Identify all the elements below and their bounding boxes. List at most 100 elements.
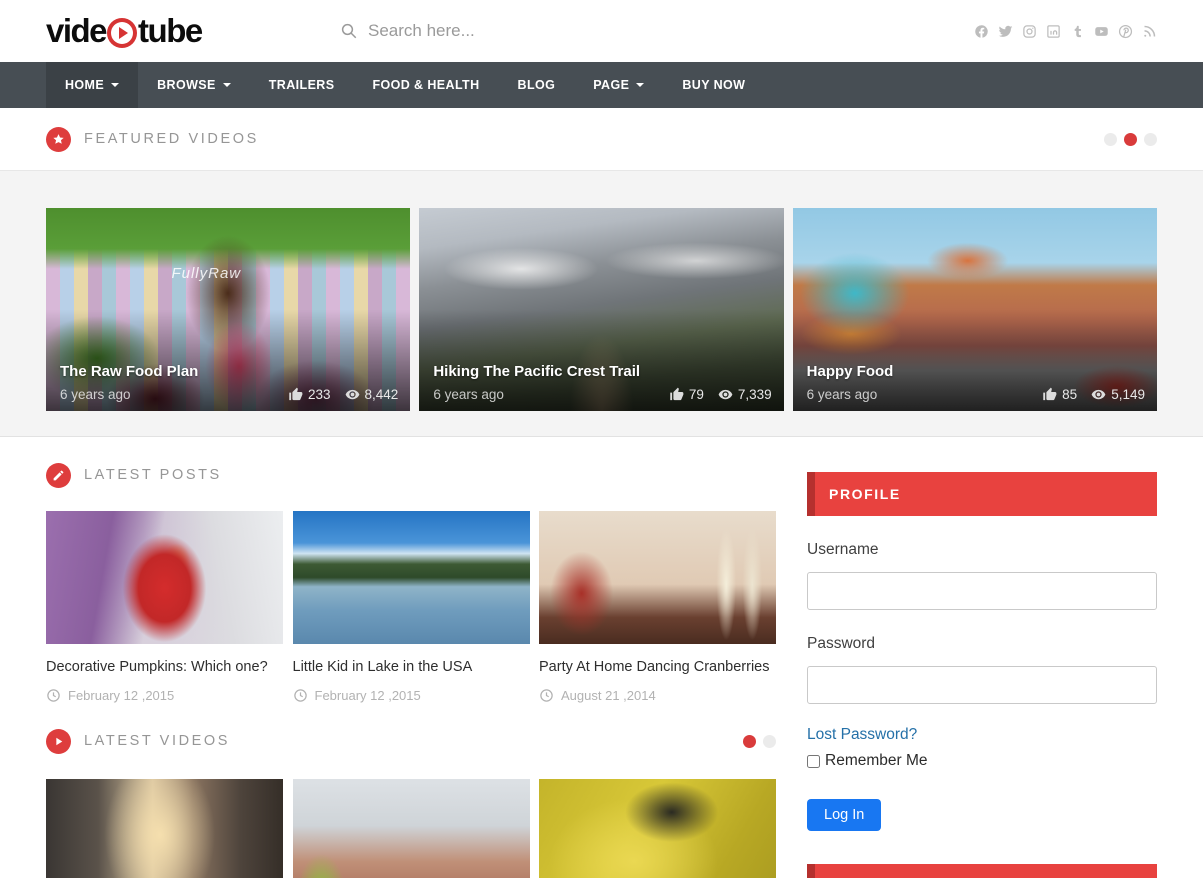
- pencil-icon: [46, 463, 71, 488]
- post-title[interactable]: Little Kid in Lake in the USA: [293, 659, 530, 675]
- latest-video-card[interactable]: [539, 779, 776, 878]
- video-age: 6 years ago: [807, 387, 878, 402]
- view-count: 5,149: [1111, 387, 1145, 402]
- site-header: vide tube: [0, 0, 1203, 62]
- video-title: Happy Food: [807, 363, 894, 380]
- view-count: 7,339: [738, 387, 772, 402]
- nav-item-trailers[interactable]: TRAILERS: [250, 62, 354, 108]
- eye-icon: [1091, 387, 1106, 402]
- sidebar: PROFILE Username Password Lost Password?…: [807, 439, 1157, 878]
- logo-text-right: tube: [138, 12, 202, 50]
- nav-label: TRAILERS: [269, 78, 335, 92]
- latest-video-card[interactable]: [46, 779, 283, 878]
- featured-video-card[interactable]: Hiking The Pacific Crest Trail 6 years a…: [419, 208, 783, 411]
- logo-play-icon: [107, 18, 137, 48]
- post-card[interactable]: Decorative Pumpkins: Which one? February…: [46, 511, 283, 703]
- nav-item-page[interactable]: PAGE: [574, 62, 663, 108]
- nav-label: PAGE: [593, 78, 629, 92]
- password-label: Password: [807, 635, 1157, 653]
- instagram-icon[interactable]: [1022, 24, 1037, 39]
- youtube-icon[interactable]: [1094, 24, 1109, 39]
- nav-item-buy-now[interactable]: BUY NOW: [663, 62, 764, 108]
- thumbs-up-icon: [1042, 387, 1057, 402]
- chevron-down-icon: [223, 83, 231, 87]
- video-thumbnail: [46, 779, 283, 878]
- carousel-dot[interactable]: [1144, 133, 1157, 146]
- remember-me-checkbox[interactable]: [807, 755, 820, 768]
- video-meta: 6 years ago 85 5,149: [807, 387, 1145, 402]
- video-overlay: [793, 208, 1157, 411]
- nav-label: BROWSE: [157, 78, 216, 92]
- play-icon: [46, 729, 71, 754]
- latest-video-card[interactable]: [293, 779, 530, 878]
- lost-password-link[interactable]: Lost Password?: [807, 726, 917, 744]
- remember-me-label: Remember Me: [825, 752, 928, 770]
- eye-icon: [718, 387, 733, 402]
- username-label: Username: [807, 541, 1157, 559]
- post-date: August 21 ,2014: [539, 688, 776, 703]
- video-meta: 6 years ago 233 8,442: [60, 387, 398, 402]
- carousel-dot-active[interactable]: [1124, 133, 1137, 146]
- video-thumbnail: [539, 779, 776, 878]
- clock-icon: [293, 688, 308, 703]
- nav-item-food-health[interactable]: FOOD & HEALTH: [353, 62, 498, 108]
- nav-item-home[interactable]: HOME: [46, 62, 138, 108]
- carousel-dot[interactable]: [763, 735, 776, 748]
- facebook-icon[interactable]: [974, 24, 989, 39]
- featured-videos-header: FEATURED VIDEOS: [0, 108, 1203, 170]
- thumbs-up-icon: [288, 387, 303, 402]
- post-thumbnail: [46, 511, 283, 644]
- video-overlay: [46, 208, 410, 411]
- latest-posts-header: LATEST POSTS: [46, 439, 776, 511]
- post-title[interactable]: Decorative Pumpkins: Which one?: [46, 659, 283, 675]
- featured-video-card[interactable]: Happy Food 6 years ago 85 5,149: [793, 208, 1157, 411]
- featured-carousel-dots: [1104, 133, 1157, 146]
- video-age: 6 years ago: [433, 387, 504, 402]
- nav-label: HOME: [65, 78, 104, 92]
- video-age: 6 years ago: [60, 387, 131, 402]
- latest-videos-carousel-dots: [743, 735, 776, 748]
- profile-widget-header: PROFILE: [807, 472, 1157, 516]
- site-logo[interactable]: vide tube: [46, 12, 202, 50]
- search-icon: [340, 22, 358, 40]
- rss-icon[interactable]: [1142, 24, 1157, 39]
- post-card[interactable]: Little Kid in Lake in the USA February 1…: [293, 511, 530, 703]
- chevron-down-icon: [111, 83, 119, 87]
- video-overlay: [419, 208, 783, 411]
- featured-videos-band: FullyRaw The Raw Food Plan 6 years ago 2…: [0, 170, 1203, 437]
- featured-video-card[interactable]: FullyRaw The Raw Food Plan 6 years ago 2…: [46, 208, 410, 411]
- nav-label: BUY NOW: [682, 78, 745, 92]
- nav-item-browse[interactable]: BROWSE: [138, 62, 250, 108]
- tumblr-icon[interactable]: [1070, 24, 1085, 39]
- search-input[interactable]: [368, 21, 588, 41]
- pinterest-icon[interactable]: [1118, 24, 1133, 39]
- star-icon: [46, 127, 71, 152]
- login-button[interactable]: Log In: [807, 799, 881, 831]
- post-date: February 12 ,2015: [46, 688, 283, 703]
- latest-posts-title: LATEST POSTS: [84, 467, 222, 483]
- video-title: Hiking The Pacific Crest Trail: [433, 363, 640, 380]
- nav-item-blog[interactable]: BLOG: [499, 62, 575, 108]
- post-card[interactable]: Party At Home Dancing Cranberries August…: [539, 511, 776, 703]
- nav-label: BLOG: [518, 78, 556, 92]
- linkedin-icon[interactable]: [1046, 24, 1061, 39]
- post-thumbnail: [539, 511, 776, 644]
- like-count: 85: [1062, 387, 1077, 402]
- post-title[interactable]: Party At Home Dancing Cranberries: [539, 659, 776, 675]
- carousel-dot-active[interactable]: [743, 735, 756, 748]
- social-links: [974, 24, 1157, 39]
- login-form: Username Password Lost Password? Remembe…: [807, 541, 1157, 831]
- post-date-text: February 12 ,2015: [68, 688, 174, 703]
- featured-videos-title: FEATURED VIDEOS: [84, 131, 259, 147]
- post-date-text: February 12 ,2015: [315, 688, 421, 703]
- view-count: 8,442: [365, 387, 399, 402]
- video-title: The Raw Food Plan: [60, 363, 198, 380]
- twitter-icon[interactable]: [998, 24, 1013, 39]
- username-field[interactable]: [807, 572, 1157, 610]
- password-field[interactable]: [807, 666, 1157, 704]
- video-meta: 6 years ago 79 7,339: [433, 387, 771, 402]
- post-date-text: August 21 ,2014: [561, 688, 656, 703]
- carousel-dot[interactable]: [1104, 133, 1117, 146]
- like-count: 79: [689, 387, 704, 402]
- like-count: 233: [308, 387, 331, 402]
